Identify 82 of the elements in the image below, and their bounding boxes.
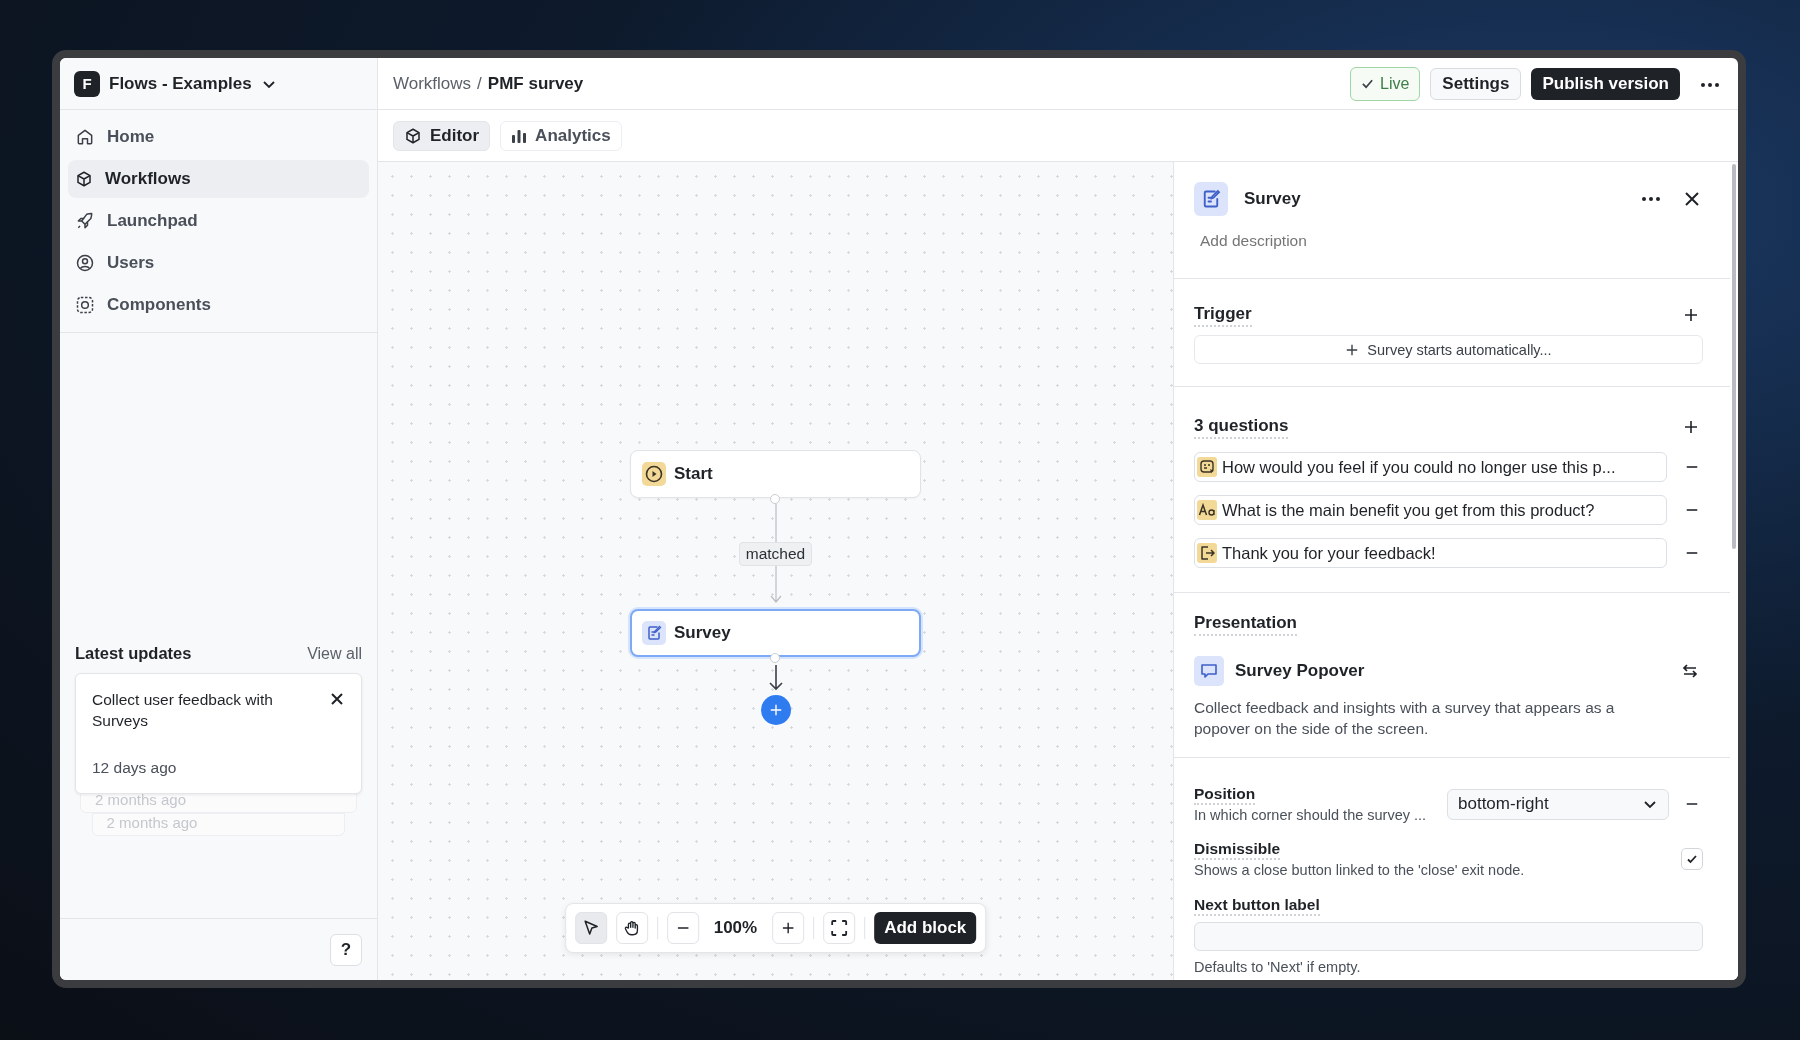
update-card[interactable]: Collect user feedback with Surveys 12 days ago: [75, 673, 362, 794]
close-icon: [329, 691, 344, 706]
exit-icon: [1197, 543, 1217, 563]
plus-icon: [781, 921, 796, 935]
breadcrumb-current: PMF survey: [487, 73, 584, 94]
sidebar-item[interactable]: Components: [68, 286, 369, 324]
flow-node[interactable]: Survey: [630, 609, 921, 657]
close-icon: [1685, 192, 1699, 206]
node-handle[interactable]: [769, 653, 780, 663]
zoom-in-button[interactable]: [772, 912, 805, 944]
live-status-badge[interactable]: Live: [1350, 66, 1421, 101]
workspace-avatar: F: [74, 70, 100, 97]
view-all-link[interactable]: View all: [307, 644, 362, 663]
zoom-level: 100%: [712, 918, 759, 938]
dismissible-checkbox[interactable]: [1681, 848, 1703, 870]
panel-title: Survey: [1244, 189, 1302, 209]
sidebar-item[interactable]: Home: [68, 118, 369, 156]
position-select[interactable]: bottom-right: [1447, 788, 1669, 820]
add-node-button[interactable]: [760, 695, 791, 725]
plus-icon: [1345, 342, 1360, 357]
flow-node[interactable]: Start: [630, 450, 921, 498]
section-title: Presentation: [1194, 613, 1297, 636]
cube-icon: [75, 170, 93, 188]
pointer-icon: [581, 919, 600, 937]
speech-bubble-icon: [1194, 656, 1224, 686]
section-title: Trigger: [1194, 303, 1252, 327]
rating-question-icon: [1197, 457, 1217, 477]
add-block-button[interactable]: Add block: [874, 912, 977, 944]
settings-button[interactable]: Settings: [1430, 67, 1522, 100]
plus-icon: [1683, 419, 1699, 435]
field-hint: In which corner should the survey ...: [1194, 807, 1428, 823]
text-question-icon: [1197, 500, 1217, 520]
plus-icon: [768, 703, 783, 717]
rocket-icon: [75, 211, 95, 231]
home-icon: [75, 127, 95, 147]
publish-version-button[interactable]: Publish version: [1531, 67, 1680, 100]
more-dots-icon: [1700, 82, 1720, 88]
fit-view-icon: [830, 919, 849, 937]
next-button-label-field[interactable]: [1194, 922, 1703, 951]
tab[interactable]: Editor: [393, 120, 491, 151]
plus-icon: [1683, 307, 1699, 323]
sidebar-item[interactable]: Launchpad: [68, 202, 369, 240]
question-item[interactable]: How would you feel if you could no longer use this p...: [1194, 452, 1667, 482]
add-trigger-button[interactable]: Survey starts automatically...: [1194, 335, 1703, 364]
sidebar-item[interactable]: Workflows: [68, 160, 369, 198]
bar-chart-icon: [511, 127, 528, 144]
swap-arrows-icon: [1681, 662, 1699, 680]
user-icon: [75, 253, 95, 273]
update-time: 12 days ago: [92, 759, 178, 777]
field-hint: Defaults to 'Next' if empty.: [1194, 959, 1362, 975]
more-dots-icon: [1641, 196, 1661, 202]
field-label: Next button label: [1194, 896, 1320, 916]
tab[interactable]: Analytics: [500, 120, 622, 151]
breadcrumb-link[interactable]: Workflows: [393, 73, 472, 94]
check-icon: [1361, 77, 1374, 90]
presentation-name: Survey Popover: [1235, 661, 1366, 681]
components-icon: [75, 295, 95, 315]
section-title: Latest updates: [75, 644, 192, 663]
field-hint: Shows a close button linked to the 'close' exit node.: [1194, 862, 1526, 878]
check-icon: [1686, 853, 1698, 865]
update-title: Collect user feedback with Surveys: [92, 690, 274, 731]
presentation-description: Collect feedback and insights with a survey that appears as a popover on the side of the screen.: [1194, 698, 1616, 739]
breadcrumb-separator: /: [477, 73, 482, 94]
edge-label: matched: [738, 541, 813, 566]
field-label: Position: [1194, 785, 1256, 805]
workspace-name: Flows - Examples: [109, 73, 252, 94]
question-item[interactable]: What is the main benefit you get from this product?: [1194, 495, 1667, 525]
connector-arrow: [768, 665, 783, 691]
play-circle-icon: [642, 462, 666, 486]
select-tool-button[interactable]: [574, 912, 607, 944]
question-item[interactable]: Thank you for your feedback!: [1194, 538, 1667, 568]
fit-view-button[interactable]: [823, 912, 856, 944]
sidebar-item[interactable]: Users: [68, 244, 369, 282]
node-handle[interactable]: [769, 494, 780, 504]
workspace-switcher[interactable]: F Flows - Examples: [74, 70, 277, 97]
section-title: 3 questions: [1194, 415, 1289, 439]
cube-icon: [404, 126, 422, 145]
survey-icon: [642, 621, 666, 645]
help-button[interactable]: ?: [330, 933, 362, 966]
hand-icon: [622, 919, 641, 937]
hand-tool-button[interactable]: [615, 912, 648, 944]
field-label: Dismissible: [1194, 840, 1281, 860]
